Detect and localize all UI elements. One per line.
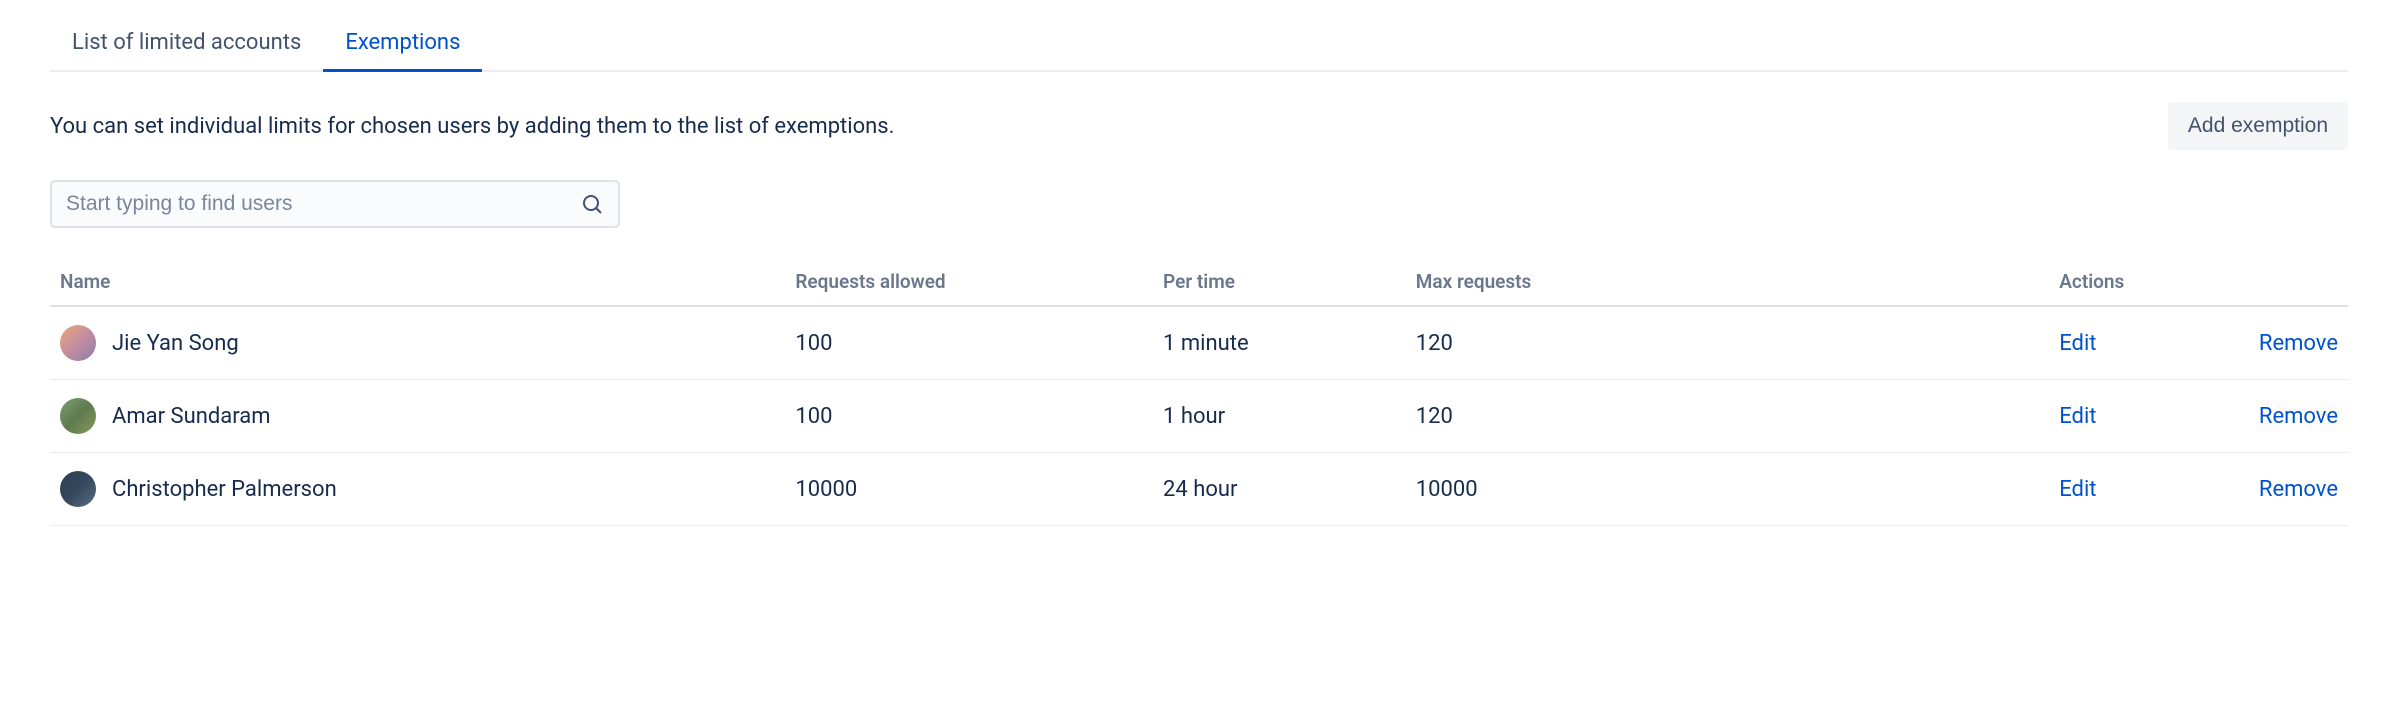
user-cell: Jie Yan Song xyxy=(60,325,775,361)
add-exemption-button[interactable]: Add exemption xyxy=(2168,102,2348,150)
remove-link[interactable]: Remove xyxy=(2259,477,2338,502)
col-header-per-time: Per time xyxy=(1153,258,1406,306)
search-input[interactable] xyxy=(66,192,580,216)
exemptions-table: Name Requests allowed Per time Max reque… xyxy=(50,258,2348,526)
avatar xyxy=(60,398,96,434)
cell-requests-allowed: 100 xyxy=(785,380,1153,453)
user-cell: Christopher Palmerson xyxy=(60,471,775,507)
col-header-max-requests: Max requests xyxy=(1406,258,2049,306)
search-box[interactable] xyxy=(50,180,620,228)
user-name: Jie Yan Song xyxy=(112,331,239,356)
tab-exemptions[interactable]: Exemptions xyxy=(323,20,482,72)
cell-max-requests: 10000 xyxy=(1406,453,2049,526)
remove-link[interactable]: Remove xyxy=(2259,331,2338,356)
header-row: You can set individual limits for chosen… xyxy=(50,102,2348,150)
avatar xyxy=(60,471,96,507)
edit-link[interactable]: Edit xyxy=(2059,477,2096,502)
cell-per-time: 1 hour xyxy=(1153,380,1406,453)
tabs-bar: List of limited accounts Exemptions xyxy=(50,20,2348,72)
col-header-requests-allowed: Requests allowed xyxy=(785,258,1153,306)
cell-per-time: 1 minute xyxy=(1153,306,1406,380)
table-row: Amar Sundaram 1001 hour120 Edit Remove xyxy=(50,380,2348,453)
avatar xyxy=(60,325,96,361)
cell-requests-allowed: 100 xyxy=(785,306,1153,380)
table-row: Christopher Palmerson 1000024 hour10000 E… xyxy=(50,453,2348,526)
cell-max-requests: 120 xyxy=(1406,306,2049,380)
cell-per-time: 24 hour xyxy=(1153,453,1406,526)
tab-limited-accounts[interactable]: List of limited accounts xyxy=(50,20,323,72)
col-header-remove xyxy=(2210,258,2348,306)
page-description: You can set individual limits for chosen… xyxy=(50,114,894,139)
table-row: Jie Yan Song 1001 minute120 Edit Remove xyxy=(50,306,2348,380)
edit-link[interactable]: Edit xyxy=(2059,404,2096,429)
col-header-actions: Actions xyxy=(2049,258,2210,306)
search-icon xyxy=(580,192,604,216)
user-name: Amar Sundaram xyxy=(112,404,271,429)
col-header-name: Name xyxy=(50,258,785,306)
cell-requests-allowed: 10000 xyxy=(785,453,1153,526)
cell-max-requests: 120 xyxy=(1406,380,2049,453)
user-cell: Amar Sundaram xyxy=(60,398,775,434)
edit-link[interactable]: Edit xyxy=(2059,331,2096,356)
remove-link[interactable]: Remove xyxy=(2259,404,2338,429)
user-name: Christopher Palmerson xyxy=(112,477,337,502)
